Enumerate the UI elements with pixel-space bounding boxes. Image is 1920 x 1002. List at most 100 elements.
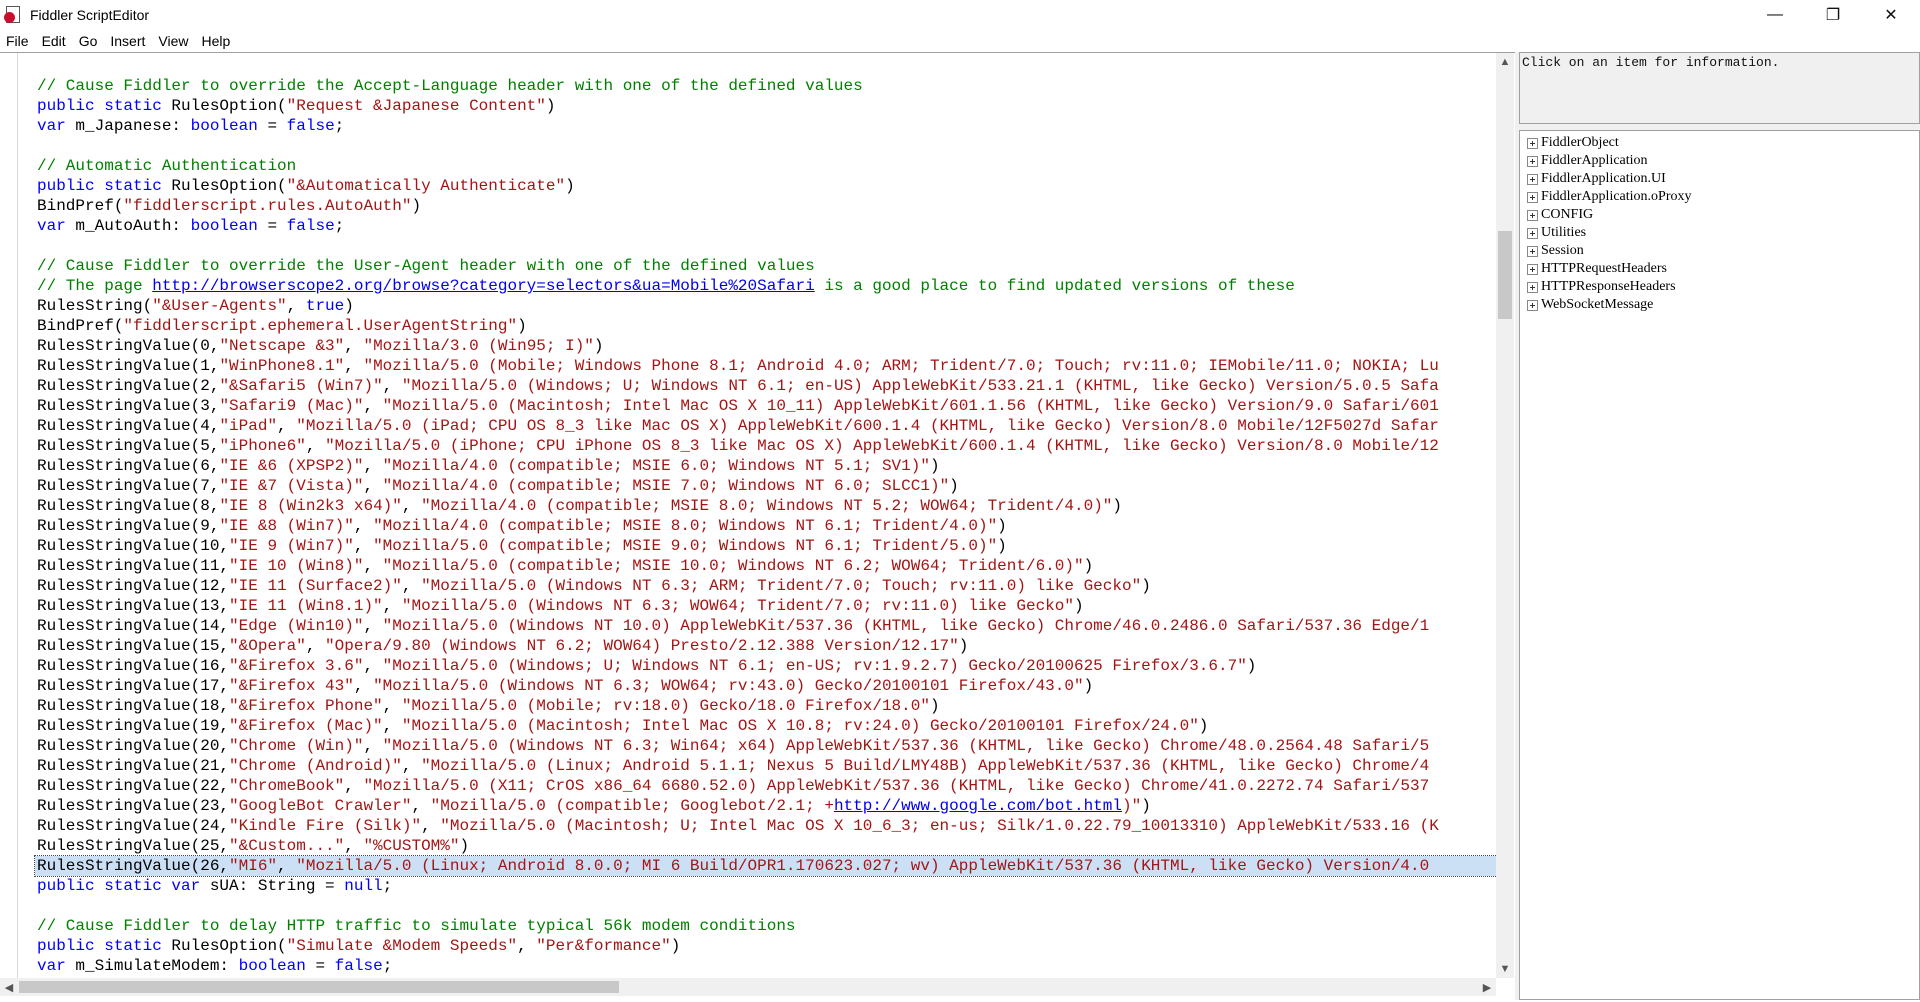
code-line[interactable]: var m_Japanese: boolean = false; bbox=[37, 116, 1496, 136]
code-line[interactable]: RulesStringValue(3,"Safari9 (Mac)", "Moz… bbox=[37, 396, 1496, 416]
minimize-button[interactable]: — bbox=[1746, 0, 1804, 30]
code-token: ) bbox=[1083, 557, 1094, 575]
menu-insert[interactable]: Insert bbox=[110, 33, 145, 49]
expand-plus-icon[interactable] bbox=[1527, 137, 1538, 149]
expand-plus-icon[interactable] bbox=[1527, 191, 1538, 203]
expand-plus-icon[interactable] bbox=[1527, 245, 1538, 257]
scroll-right-icon[interactable]: ▶ bbox=[1478, 978, 1496, 996]
code-line[interactable]: RulesStringValue(18,"&Firefox Phone", "M… bbox=[37, 696, 1496, 716]
code-token: false bbox=[334, 957, 383, 975]
code-line[interactable]: // Automatic Authentication bbox=[37, 156, 1496, 176]
code-line[interactable]: public static RulesOption("Simulate &Mod… bbox=[37, 936, 1496, 956]
code-token: "Mozilla/5.0 (iPhone; CPU iPhone OS 8_3 … bbox=[325, 437, 1439, 455]
code-line[interactable]: // Cause Fiddler to override the Accept-… bbox=[37, 76, 1496, 96]
code-line[interactable]: BindPref("fiddlerscript.ephemeral.UserAg… bbox=[37, 316, 1496, 336]
code-line[interactable]: RulesStringValue(19,"&Firefox (Mac)", "M… bbox=[37, 716, 1496, 736]
vertical-scroll-thumb[interactable] bbox=[1498, 231, 1512, 319]
code-line[interactable]: RulesStringValue(16,"&Firefox 3.6", "Moz… bbox=[37, 656, 1496, 676]
code-line[interactable]: RulesStringValue(5,"iPhone6", "Mozilla/5… bbox=[37, 436, 1496, 456]
expand-plus-icon[interactable] bbox=[1527, 209, 1538, 221]
fiddler-app-icon[interactable] bbox=[4, 5, 24, 25]
code-link[interactable]: http://www.google.com/bot.html bbox=[834, 797, 1122, 815]
code-line[interactable] bbox=[37, 236, 1496, 256]
code-line[interactable]: // Cause Fiddler to delay HTTP traffic t… bbox=[37, 916, 1496, 936]
code-line[interactable]: var m_AutoAuth: boolean = false; bbox=[37, 216, 1496, 236]
code-line[interactable]: public static var sUA: String = null; bbox=[37, 876, 1496, 896]
tree-item[interactable]: WebSocketMessage bbox=[1520, 296, 1919, 314]
code-line[interactable]: RulesStringValue(6,"IE &6 (XPSP2)", "Moz… bbox=[37, 456, 1496, 476]
code-token: "Mozilla/5.0 (Windows NT 10.0) AppleWebK… bbox=[382, 617, 1430, 635]
tree-item[interactable]: HTTPRequestHeaders bbox=[1520, 260, 1919, 278]
code-line[interactable]: var m_SimulateModem: boolean = false; bbox=[37, 956, 1496, 976]
code-line[interactable]: BindPref("fiddlerscript.rules.AutoAuth") bbox=[37, 196, 1496, 216]
code-token: , bbox=[277, 857, 297, 875]
restore-button[interactable]: ❐ bbox=[1804, 0, 1862, 30]
script-editor[interactable]: // Cause Fiddler to override the Accept-… bbox=[0, 52, 1515, 1000]
code-line[interactable]: RulesStringValue(23,"GoogleBot Crawler",… bbox=[37, 796, 1496, 816]
scroll-left-icon[interactable]: ◀ bbox=[0, 978, 18, 996]
code-line[interactable]: // The page http://browserscope2.org/bro… bbox=[37, 276, 1496, 296]
code-line[interactable]: RulesStringValue(2,"&Safari5 (Win7)", "M… bbox=[37, 376, 1496, 396]
code-line[interactable]: RulesStringValue(20,"Chrome (Win)", "Moz… bbox=[37, 736, 1496, 756]
tree-item[interactable]: FiddlerObject bbox=[1520, 134, 1919, 152]
tree-item[interactable]: Session bbox=[1520, 242, 1919, 260]
tree-item[interactable]: FiddlerApplication bbox=[1520, 152, 1919, 170]
code-line[interactable]: RulesStringValue(25,"&Custom...", "%CUST… bbox=[37, 836, 1496, 856]
code-view[interactable]: // Cause Fiddler to override the Accept-… bbox=[19, 53, 1496, 978]
expand-plus-icon[interactable] bbox=[1527, 299, 1538, 311]
class-tree[interactable]: FiddlerObject FiddlerApplication Fiddler… bbox=[1519, 130, 1920, 1000]
code-line[interactable]: RulesStringValue(8,"IE 8 (Win2k3 x64)", … bbox=[37, 496, 1496, 516]
code-line[interactable]: RulesStringValue(12,"IE 11 (Surface2)", … bbox=[37, 576, 1496, 596]
code-line[interactable]: RulesStringValue(14,"Edge (Win10)", "Moz… bbox=[37, 616, 1496, 636]
menu-go[interactable]: Go bbox=[79, 33, 98, 49]
code-line[interactable] bbox=[37, 896, 1496, 916]
expand-plus-icon[interactable] bbox=[1527, 263, 1538, 275]
code-token: "Mozilla/5.0 (Windows NT 6.3; ARM; Tride… bbox=[421, 577, 1142, 595]
expand-plus-icon[interactable] bbox=[1527, 227, 1538, 239]
scroll-up-icon[interactable]: ▲ bbox=[1496, 53, 1514, 71]
expand-plus-icon[interactable] bbox=[1527, 281, 1538, 293]
code-line[interactable]: RulesStringValue(1,"WinPhone8.1", "Mozil… bbox=[37, 356, 1496, 376]
code-line[interactable]: RulesStringValue(17,"&Firefox 43", "Mozi… bbox=[37, 676, 1496, 696]
code-token: RulesStringValue(12, bbox=[37, 577, 230, 595]
code-line[interactable]: RulesStringValue(11,"IE 10 (Win8)", "Moz… bbox=[37, 556, 1496, 576]
code-token: , bbox=[382, 697, 402, 715]
code-line[interactable]: RulesStringValue(24,"Kindle Fire (Silk)"… bbox=[37, 816, 1496, 836]
code-line[interactable]: RulesStringValue(15,"&Opera", "Opera/9.8… bbox=[37, 636, 1496, 656]
code-line[interactable]: RulesStringValue(9,"IE &8 (Win7)", "Mozi… bbox=[37, 516, 1496, 536]
code-link[interactable]: http://browserscope2.org/browse?category… bbox=[152, 277, 815, 295]
tree-item[interactable]: Utilities bbox=[1520, 224, 1919, 242]
code-line[interactable]: public static RulesOption("Request &Japa… bbox=[37, 96, 1496, 116]
code-lines[interactable]: // Cause Fiddler to override the Accept-… bbox=[34, 76, 1496, 976]
tree-item[interactable]: HTTPResponseHeaders bbox=[1520, 278, 1919, 296]
code-line[interactable]: RulesStringValue(22,"ChromeBook", "Mozil… bbox=[37, 776, 1496, 796]
code-token: ) bbox=[344, 297, 354, 315]
vertical-scrollbar[interactable]: ▲ ▼ bbox=[1496, 53, 1514, 978]
menu-file[interactable]: File bbox=[6, 33, 29, 49]
menu-view[interactable]: View bbox=[158, 33, 188, 49]
expand-plus-icon[interactable] bbox=[1527, 155, 1538, 167]
close-button[interactable]: ✕ bbox=[1862, 0, 1920, 30]
code-line[interactable] bbox=[37, 136, 1496, 156]
tree-item[interactable]: FiddlerApplication.UI bbox=[1520, 170, 1919, 188]
expand-plus-icon[interactable] bbox=[1527, 173, 1538, 185]
menu-help[interactable]: Help bbox=[201, 33, 230, 49]
code-token: "Mozilla/5.0 (Macintosh; U; Intel Mac OS… bbox=[440, 817, 1439, 835]
code-line[interactable]: RulesStringValue(4,"iPad", "Mozilla/5.0 … bbox=[37, 416, 1496, 436]
tree-item[interactable]: CONFIG bbox=[1520, 206, 1919, 224]
code-line[interactable]: RulesStringValue(10,"IE 9 (Win7)", "Mozi… bbox=[37, 536, 1496, 556]
menu-edit[interactable]: Edit bbox=[42, 33, 66, 49]
code-line-selected[interactable]: RulesStringValue(26,"MI6", "Mozilla/5.0 … bbox=[34, 855, 1496, 877]
code-line[interactable]: // Cause Fiddler to override the User-Ag… bbox=[37, 256, 1496, 276]
code-line[interactable]: RulesStringValue(13,"IE 11 (Win8.1)", "M… bbox=[37, 596, 1496, 616]
horizontal-scroll-thumb[interactable] bbox=[19, 981, 619, 993]
code-line[interactable]: RulesStringValue(21,"Chrome (Android)", … bbox=[37, 756, 1496, 776]
code-token: boolean bbox=[190, 117, 258, 135]
scroll-down-icon[interactable]: ▼ bbox=[1496, 960, 1514, 978]
tree-item[interactable]: FiddlerApplication.oProxy bbox=[1520, 188, 1919, 206]
code-line[interactable]: RulesStringValue(7,"IE &7 (Vista)", "Moz… bbox=[37, 476, 1496, 496]
horizontal-scrollbar[interactable]: ◀ ▶ bbox=[0, 978, 1496, 996]
code-line[interactable]: public static RulesOption("&Automaticall… bbox=[37, 176, 1496, 196]
code-line[interactable]: RulesString("&User-Agents", true) bbox=[37, 296, 1496, 316]
code-line[interactable]: RulesStringValue(0,"Netscape &3", "Mozil… bbox=[37, 336, 1496, 356]
